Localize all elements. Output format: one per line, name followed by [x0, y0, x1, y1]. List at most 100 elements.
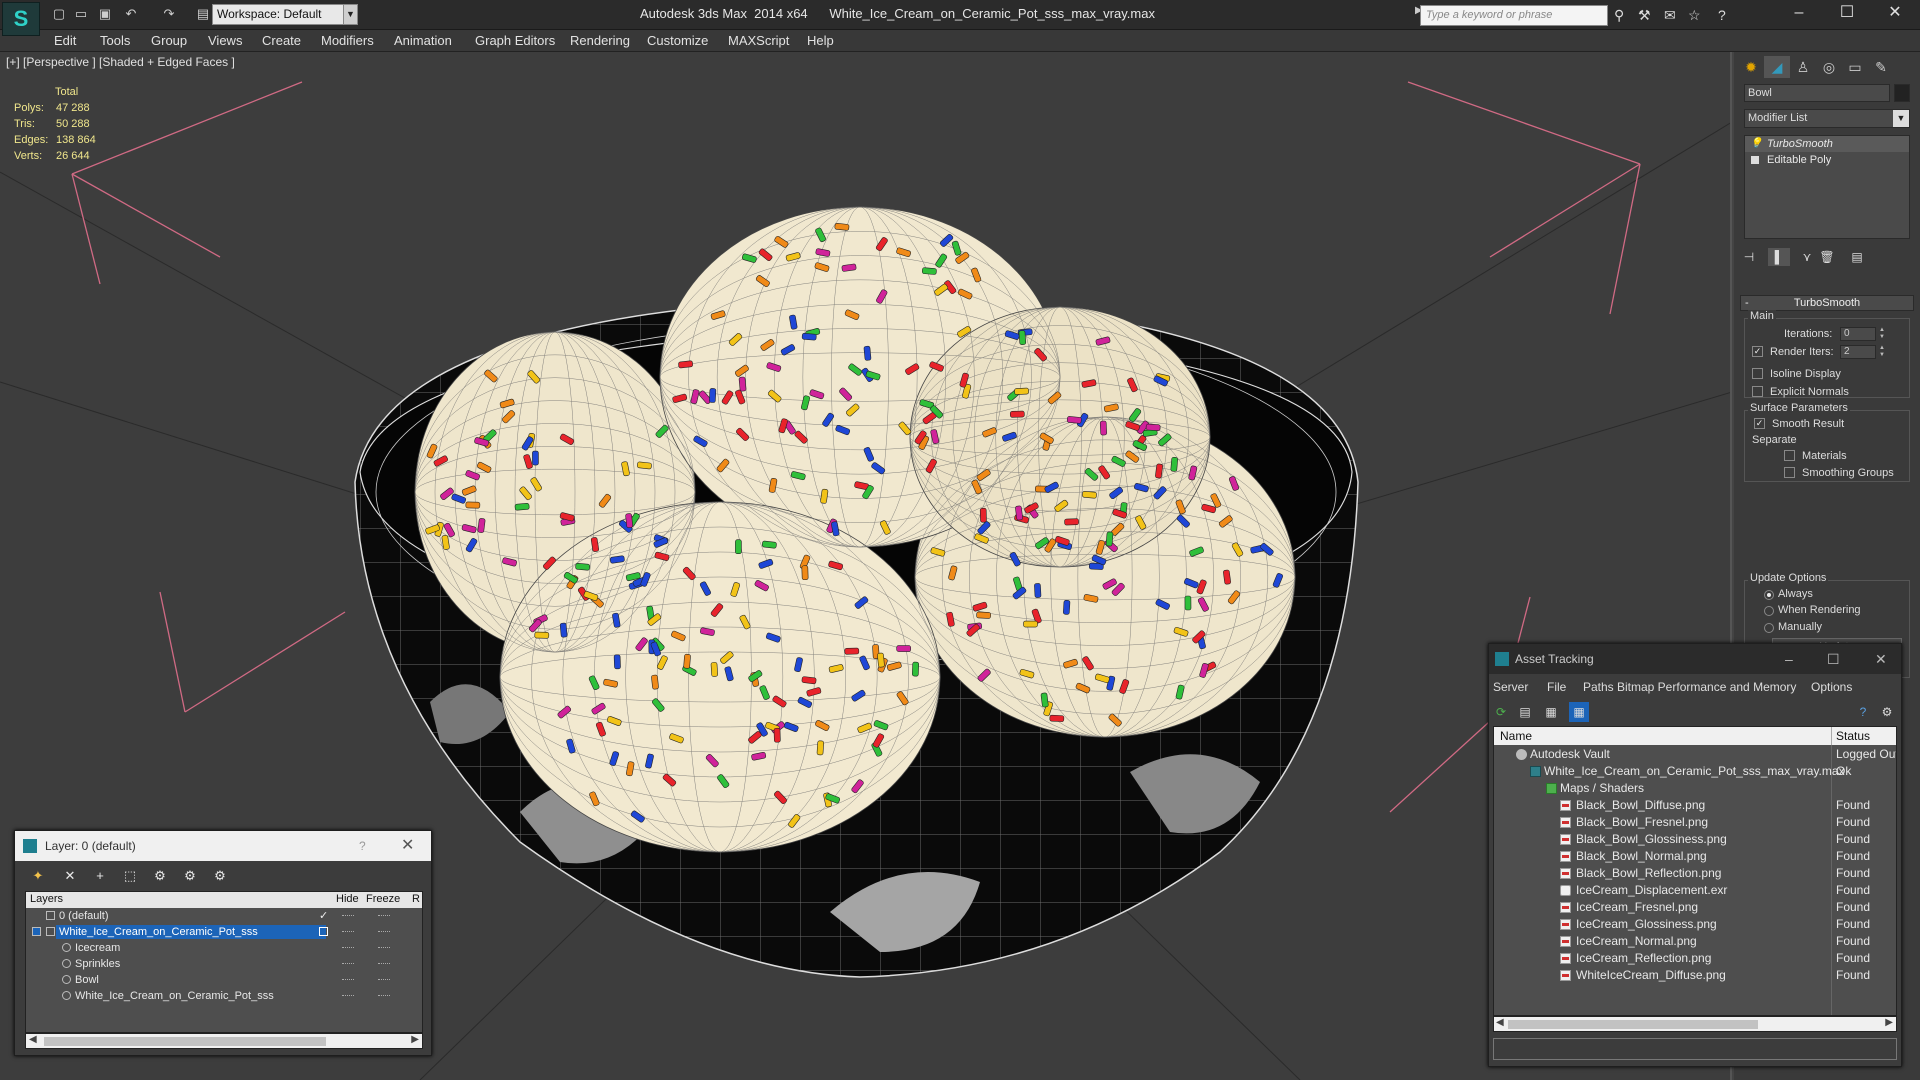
- modify-tab-icon[interactable]: ◢: [1764, 56, 1790, 78]
- freeze-toggle[interactable]: [378, 979, 390, 981]
- hide-toggle[interactable]: [342, 915, 354, 917]
- layer-name[interactable]: White_Ice_Cream_on_Ceramic_Pot_sss: [72, 989, 277, 1003]
- menu-group[interactable]: Group: [151, 33, 187, 48]
- layer-row[interactable]: Icecream: [26, 940, 422, 956]
- asset-row[interactable]: Maps / Shaders: [1494, 780, 1896, 797]
- when-rendering-radio[interactable]: [1764, 606, 1774, 616]
- asset-dialog-titlebar[interactable]: Asset Tracking – ☐ ✕: [1489, 644, 1901, 674]
- viewport-label[interactable]: [+] [Perspective ] [Shaded + Edged Faces…: [6, 55, 235, 69]
- asset-menu-paths[interactable]: Paths: [1583, 680, 1614, 694]
- app-logo-icon[interactable]: S: [2, 2, 40, 36]
- asset-menu-options[interactable]: Options: [1811, 680, 1852, 694]
- scroll-left-icon[interactable]: ◀: [1496, 1017, 1504, 1028]
- asset-row[interactable]: Black_Bowl_Normal.png Found: [1494, 848, 1896, 865]
- layer-name[interactable]: Icecream: [72, 941, 123, 955]
- scrollbar-thumb[interactable]: [1508, 1020, 1758, 1029]
- explicit-normals-checkbox[interactable]: [1752, 386, 1763, 397]
- utilities-tab-icon[interactable]: ✎: [1868, 56, 1894, 78]
- menu-animation[interactable]: Animation: [394, 33, 452, 48]
- asset-row[interactable]: IceCream_Reflection.png Found: [1494, 950, 1896, 967]
- active-layer-check-icon[interactable]: ✓: [319, 908, 328, 924]
- modifier-list-dropdown[interactable]: Modifier List ▼: [1744, 109, 1910, 128]
- lightbulb-icon[interactable]: 💡: [1750, 136, 1762, 152]
- configure-sets-icon[interactable]: ▤: [1846, 248, 1868, 266]
- active-layer-box-icon[interactable]: [319, 927, 328, 936]
- redo-icon[interactable]: ↷: [160, 6, 178, 22]
- object-name-field[interactable]: Bowl: [1744, 84, 1890, 102]
- communication-center-icon[interactable]: ✉: [1664, 7, 1676, 24]
- col-render[interactable]: R: [412, 893, 420, 905]
- search-input[interactable]: Type a keyword or phrase: [1420, 5, 1608, 26]
- always-radio[interactable]: [1764, 590, 1774, 600]
- col-layers[interactable]: Layers: [30, 893, 63, 905]
- hide-toggle[interactable]: [342, 995, 354, 997]
- asset-row[interactable]: IceCream_Displacement.exr Found: [1494, 882, 1896, 899]
- asset-row[interactable]: IceCream_Normal.png Found: [1494, 933, 1896, 950]
- menu-create[interactable]: Create: [262, 33, 301, 48]
- layer-row[interactable]: White_Ice_Cream_on_Ceramic_Pot_sss: [26, 924, 422, 940]
- asset-menu-bitmap-performance[interactable]: Bitmap Performance and Memory: [1617, 680, 1796, 694]
- help-icon[interactable]: ?: [359, 831, 366, 861]
- create-tab-icon[interactable]: ✹: [1738, 56, 1764, 78]
- col-status[interactable]: Status: [1836, 729, 1870, 743]
- refresh-icon[interactable]: ⟳: [1491, 702, 1511, 722]
- hierarchy-tab-icon[interactable]: ♙: [1790, 56, 1816, 78]
- remove-modifier-icon[interactable]: 🗑: [1816, 248, 1838, 266]
- iterations-spinner[interactable]: 0: [1840, 327, 1876, 341]
- help-icon[interactable]: ?: [1718, 7, 1726, 23]
- hide-all-icon[interactable]: ⚙: [179, 866, 201, 886]
- materials-checkbox[interactable]: [1784, 450, 1795, 461]
- freeze-toggle[interactable]: [378, 995, 390, 997]
- layer-name[interactable]: 0 (default): [56, 909, 112, 923]
- save-file-icon[interactable]: ▣: [96, 6, 114, 22]
- layer-horizontal-scrollbar[interactable]: ◀ ▶: [25, 1033, 423, 1049]
- workspace-dropdown-arrow-icon[interactable]: ▼: [343, 4, 358, 25]
- asset-row[interactable]: Black_Bowl_Fresnel.png Found: [1494, 814, 1896, 831]
- asset-row[interactable]: WhiteIceCream_Diffuse.png Found: [1494, 967, 1896, 984]
- hide-toggle[interactable]: [342, 947, 354, 949]
- freeze-all-icon[interactable]: ⚙: [209, 866, 231, 886]
- menu-tools[interactable]: Tools: [100, 33, 130, 48]
- minimize-button[interactable]: –: [1776, 0, 1822, 28]
- layer-name[interactable]: Sprinkles: [72, 957, 123, 971]
- smoothing-groups-checkbox[interactable]: [1784, 467, 1795, 478]
- asset-row[interactable]: Black_Bowl_Glossiness.png Found: [1494, 831, 1896, 848]
- delete-layer-icon[interactable]: ✕: [59, 866, 81, 886]
- freeze-toggle[interactable]: [378, 963, 390, 965]
- list-view-icon[interactable]: ▤: [1515, 702, 1535, 722]
- new-file-icon[interactable]: ▢: [50, 6, 68, 22]
- asset-row[interactable]: Black_Bowl_Reflection.png Found: [1494, 865, 1896, 882]
- spinner-arrows-icon[interactable]: ▲ ▼: [1878, 327, 1886, 341]
- motion-tab-icon[interactable]: ◎: [1816, 56, 1842, 78]
- render-iters-checkbox[interactable]: ✓: [1752, 346, 1763, 357]
- freeze-toggle[interactable]: [378, 931, 390, 933]
- asset-menu-file[interactable]: File: [1547, 680, 1566, 694]
- manually-radio[interactable]: [1764, 623, 1774, 633]
- layer-dialog-titlebar[interactable]: Layer: 0 (default) ? ✕: [15, 831, 431, 861]
- collapse-icon[interactable]: -: [1745, 296, 1749, 310]
- menu-help[interactable]: Help: [807, 33, 834, 48]
- new-layer-icon[interactable]: ✦: [27, 866, 49, 886]
- display-tab-icon[interactable]: ▭: [1842, 56, 1868, 78]
- isoline-display-checkbox[interactable]: [1752, 368, 1763, 379]
- scroll-right-icon[interactable]: ▶: [411, 1034, 419, 1045]
- asset-horizontal-scrollbar[interactable]: ◀ ▶: [1493, 1016, 1897, 1032]
- smooth-result-checkbox[interactable]: ✓: [1754, 418, 1765, 429]
- spinner-arrows-icon[interactable]: ▲ ▼: [1878, 345, 1886, 359]
- close-icon[interactable]: ✕: [401, 831, 414, 861]
- layer-name[interactable]: Bowl: [72, 973, 102, 987]
- freeze-toggle[interactable]: [378, 915, 390, 917]
- help-icon[interactable]: ?: [1853, 702, 1873, 722]
- menu-customize[interactable]: Customize: [647, 33, 708, 48]
- freeze-toggle[interactable]: [378, 947, 390, 949]
- layer-row[interactable]: Bowl: [26, 972, 422, 988]
- object-color-swatch[interactable]: [1894, 84, 1910, 102]
- asset-row[interactable]: IceCream_Glossiness.png Found: [1494, 916, 1896, 933]
- asset-row[interactable]: Black_Bowl_Diffuse.png Found: [1494, 797, 1896, 814]
- layer-row[interactable]: Sprinkles: [26, 956, 422, 972]
- highlight-selected-icon[interactable]: ⚙: [149, 866, 171, 886]
- stack-item-turbosmooth[interactable]: 💡 TurboSmooth: [1745, 136, 1909, 152]
- col-hide[interactable]: Hide: [336, 893, 359, 905]
- menu-edit[interactable]: Edit: [54, 33, 76, 48]
- close-button[interactable]: ✕: [1872, 0, 1918, 28]
